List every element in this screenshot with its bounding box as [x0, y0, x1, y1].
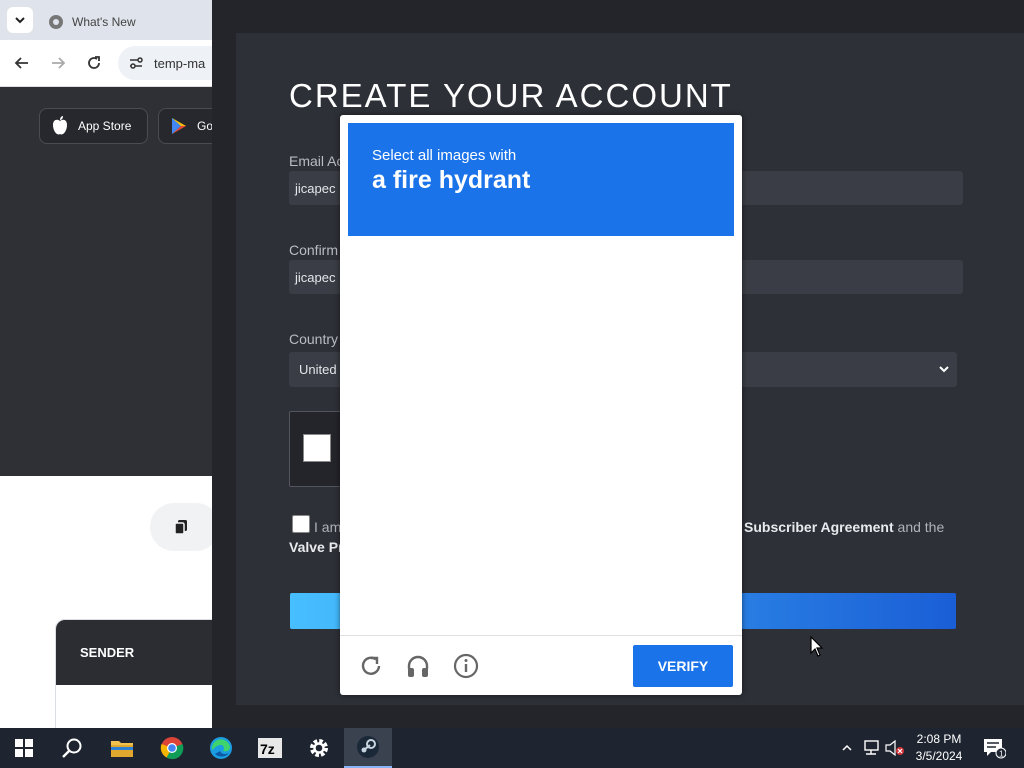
agreement-text-right: Subscriber Agreement and the	[744, 519, 944, 535]
notification-count: 1	[999, 750, 1004, 759]
edge-icon	[210, 737, 232, 759]
challenge-footer: VERIFY	[340, 635, 742, 695]
taskbar-settings[interactable]	[295, 728, 343, 768]
browser-window: What's New temp-ma App Store Go SENDER	[0, 0, 212, 728]
windows-start-icon	[15, 739, 33, 757]
svg-text:7z: 7z	[260, 741, 275, 757]
notification-center-button[interactable]: 1	[980, 728, 1008, 768]
info-button[interactable]	[453, 653, 479, 679]
page-title: CREATE YOUR ACCOUNT	[289, 77, 733, 114]
captcha-challenge: Select all images with a fire hydrant VE…	[340, 115, 742, 695]
email-label: Email Ac	[289, 153, 344, 169]
volume-muted-icon	[885, 740, 904, 756]
challenge-header: Select all images with a fire hydrant	[348, 123, 734, 236]
captcha-checkbox[interactable]	[303, 434, 331, 462]
reload-button[interactable]	[83, 52, 105, 74]
chrome-icon	[160, 737, 184, 760]
back-button[interactable]	[11, 52, 33, 74]
taskbar-file-explorer[interactable]	[98, 728, 146, 768]
chevron-down-icon	[15, 17, 25, 24]
page-dark-section: App Store Go	[0, 87, 212, 476]
verify-button[interactable]: VERIFY	[633, 645, 733, 687]
taskbar-steam[interactable]	[344, 728, 392, 768]
browser-tab[interactable]: What's New	[40, 4, 212, 40]
subscriber-agreement-link[interactable]: Subscriber Agreement	[744, 519, 894, 535]
chevron-up-icon	[842, 744, 852, 751]
confirm-email-label: Confirm	[289, 242, 339, 258]
google-play-icon	[172, 118, 186, 134]
tab-search-button[interactable]	[7, 7, 33, 33]
chevron-down-icon	[939, 366, 949, 373]
forward-button[interactable]	[47, 52, 69, 74]
notification-icon: 1	[984, 739, 1006, 759]
email-value: jicapec	[295, 180, 336, 196]
google-play-button[interactable]: Go	[158, 108, 212, 144]
apple-icon	[53, 116, 67, 135]
info-icon	[453, 653, 479, 679]
clock-date: 3/5/2024	[915, 749, 963, 763]
copy-button[interactable]	[150, 503, 212, 551]
reload-icon	[88, 56, 100, 69]
clock-time: 2:08 PM	[916, 732, 962, 746]
settings-icon	[310, 739, 328, 757]
audio-challenge-button[interactable]	[405, 653, 431, 679]
refresh-icon	[361, 656, 381, 675]
back-arrow-icon	[14, 57, 28, 69]
headphones-icon	[407, 655, 429, 677]
taskbar-7zip[interactable]: 7z	[246, 728, 294, 768]
chrome-favicon-icon	[49, 15, 63, 29]
site-settings-icon	[130, 57, 143, 69]
forward-arrow-icon	[52, 57, 66, 69]
challenge-target: a fire hydrant	[372, 166, 531, 194]
refresh-button[interactable]	[358, 653, 384, 679]
mouse-cursor-icon	[810, 636, 824, 657]
agreement-text: I am	[314, 519, 342, 535]
taskbar-edge[interactable]	[197, 728, 245, 768]
app-store-label: App Store	[78, 119, 132, 133]
google-play-label: Go	[197, 119, 212, 133]
taskbar-chrome[interactable]	[148, 728, 196, 768]
sender-table: SENDER	[55, 619, 212, 728]
tab-title: What's New	[72, 15, 136, 29]
url-text: temp-ma	[154, 55, 206, 71]
copy-icon	[174, 520, 187, 535]
steam-icon	[357, 736, 379, 758]
privacy-policy-link[interactable]: Valve Pr	[289, 539, 344, 555]
network-tray-button[interactable]	[860, 728, 882, 768]
volume-tray-button[interactable]	[884, 728, 906, 768]
tab-strip: What's New	[0, 0, 212, 40]
challenge-prompt: Select all images with	[372, 147, 517, 164]
search-icon	[62, 738, 82, 758]
confirm-email-value: jicapec	[295, 269, 336, 285]
country-label: Country	[289, 331, 339, 347]
start-button[interactable]	[0, 728, 48, 768]
network-icon	[864, 740, 879, 755]
file-explorer-icon	[111, 741, 133, 757]
browser-toolbar: temp-ma	[0, 40, 212, 87]
7zip-icon: 7z	[258, 738, 282, 758]
taskbar-clock[interactable]: 2:08 PM 3/5/2024	[906, 731, 972, 765]
sender-header: SENDER	[56, 620, 212, 685]
taskbar-search-button[interactable]	[48, 728, 96, 768]
country-value: United	[299, 362, 337, 377]
show-hidden-icons-button[interactable]	[838, 728, 856, 768]
agreement-mid-text: and the	[897, 519, 945, 535]
agreement-checkbox[interactable]	[292, 515, 310, 533]
address-bar[interactable]: temp-ma	[118, 46, 212, 80]
app-store-button[interactable]: App Store	[39, 108, 148, 144]
taskbar: 7z 2:08 PM 3/5/2024 1	[0, 728, 1024, 768]
